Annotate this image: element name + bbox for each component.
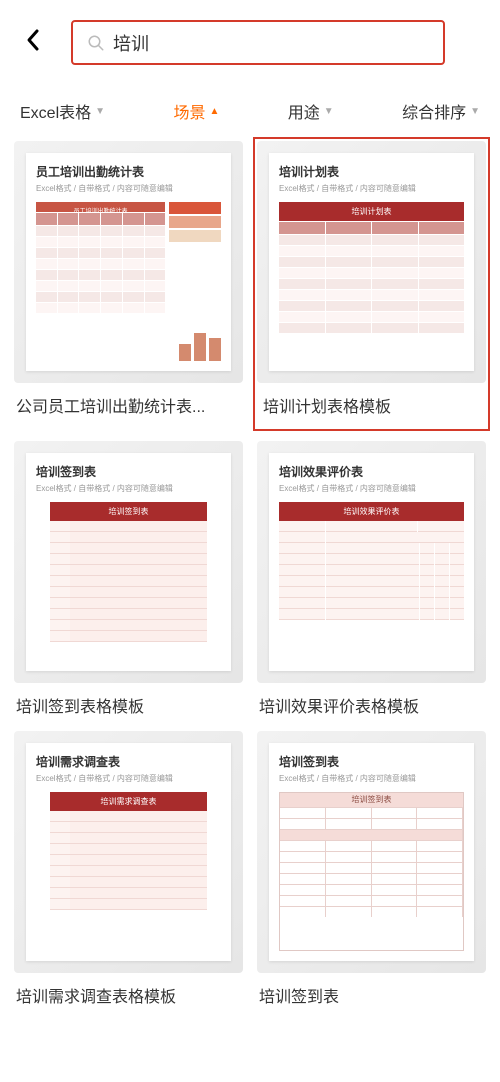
mini-table-header: 培训效果评价表 — [279, 502, 464, 521]
chevron-down-icon: ▼ — [324, 106, 334, 117]
mini-table-header: 员工培训出勤统计表 — [36, 202, 165, 212]
doc-subtitle: Excel格式 / 自带格式 / 内容可随意编辑 — [36, 183, 221, 194]
filter-excel[interactable]: Excel表格 ▼ — [20, 99, 105, 123]
filter-bar: Excel表格 ▼ 场景 ▲ 用途 ▼ 综合排序 ▼ — [0, 85, 500, 141]
filter-label: 综合排序 — [402, 99, 466, 123]
template-card[interactable]: 员工培训出勤统计表 Excel格式 / 自带格式 / 内容可随意编辑 员工培训出… — [14, 141, 243, 427]
mini-table-header: 培训计划表 — [279, 202, 464, 221]
template-thumbnail: 培训计划表 Excel格式 / 自带格式 / 内容可随意编辑 培训计划表 — [257, 141, 486, 383]
doc-subtitle: Excel格式 / 自带格式 / 内容可随意编辑 — [36, 773, 221, 784]
doc-title: 培训效果评价表 — [279, 463, 464, 480]
mini-table-header: 培训需求调查表 — [50, 792, 207, 811]
doc-subtitle: Excel格式 / 自带格式 / 内容可随意编辑 — [279, 483, 464, 494]
chevron-down-icon: ▼ — [95, 106, 105, 117]
template-grid: 员工培训出勤统计表 Excel格式 / 自带格式 / 内容可随意编辑 员工培训出… — [0, 141, 500, 1007]
filter-sort[interactable]: 综合排序 ▼ — [402, 99, 480, 123]
doc-subtitle: Excel格式 / 自带格式 / 内容可随意编辑 — [279, 773, 464, 784]
filter-label: Excel表格 — [20, 99, 91, 123]
template-thumbnail: 培训签到表 Excel格式 / 自带格式 / 内容可随意编辑 培训签到表 — [14, 441, 243, 683]
template-thumbnail: 培训签到表 Excel格式 / 自带格式 / 内容可随意编辑 培训签到表 — [257, 731, 486, 973]
filter-scene[interactable]: 场景 ▲ — [173, 99, 219, 123]
mini-table-header: 培训签到表 — [50, 502, 207, 521]
template-thumbnail: 培训效果评价表 Excel格式 / 自带格式 / 内容可随意编辑 培训效果评价表 — [257, 441, 486, 683]
template-thumbnail: 培训需求调查表 Excel格式 / 自带格式 / 内容可随意编辑 培训需求调查表 — [14, 731, 243, 973]
template-title: 培训计划表格模板 — [257, 393, 486, 417]
template-card[interactable]: 培训需求调查表 Excel格式 / 自带格式 / 内容可随意编辑 培训需求调查表… — [14, 731, 243, 1007]
search-box[interactable] — [71, 20, 445, 65]
template-title: 培训签到表 — [257, 983, 486, 1007]
template-card[interactable]: 培训效果评价表 Excel格式 / 自带格式 / 内容可随意编辑 培训效果评价表… — [257, 441, 486, 717]
doc-title: 培训签到表 — [36, 463, 221, 480]
chevron-up-icon: ▲ — [209, 106, 219, 117]
search-input[interactable] — [113, 32, 429, 53]
mini-chart-icon — [169, 326, 221, 361]
template-title: 培训效果评价表格模板 — [257, 693, 486, 717]
filter-label: 用途 — [288, 99, 320, 123]
back-icon[interactable] — [15, 27, 51, 59]
doc-subtitle: Excel格式 / 自带格式 / 内容可随意编辑 — [279, 183, 464, 194]
doc-title: 员工培训出勤统计表 — [36, 163, 221, 180]
template-title: 公司员工培训出勤统计表... — [14, 393, 243, 417]
template-title: 培训需求调查表格模板 — [14, 983, 243, 1007]
filter-usage[interactable]: 用途 ▼ — [288, 99, 334, 123]
doc-subtitle: Excel格式 / 自带格式 / 内容可随意编辑 — [36, 483, 221, 494]
search-icon — [87, 34, 105, 52]
doc-title: 培训计划表 — [279, 163, 464, 180]
template-thumbnail: 员工培训出勤统计表 Excel格式 / 自带格式 / 内容可随意编辑 员工培训出… — [14, 141, 243, 383]
doc-title: 培训需求调查表 — [36, 753, 221, 770]
filter-label: 场景 — [173, 99, 205, 123]
doc-title: 培训签到表 — [279, 753, 464, 770]
chevron-down-icon: ▼ — [470, 106, 480, 117]
mini-table-header: 培训签到表 — [280, 793, 463, 807]
template-card[interactable]: 培训签到表 Excel格式 / 自带格式 / 内容可随意编辑 培训签到表 培 — [257, 731, 486, 1007]
template-title: 培训签到表格模板 — [14, 693, 243, 717]
template-card[interactable]: 培训计划表 Excel格式 / 自带格式 / 内容可随意编辑 培训计划表 培 — [253, 137, 490, 431]
template-card[interactable]: 培训签到表 Excel格式 / 自带格式 / 内容可随意编辑 培训签到表 — [14, 441, 243, 717]
